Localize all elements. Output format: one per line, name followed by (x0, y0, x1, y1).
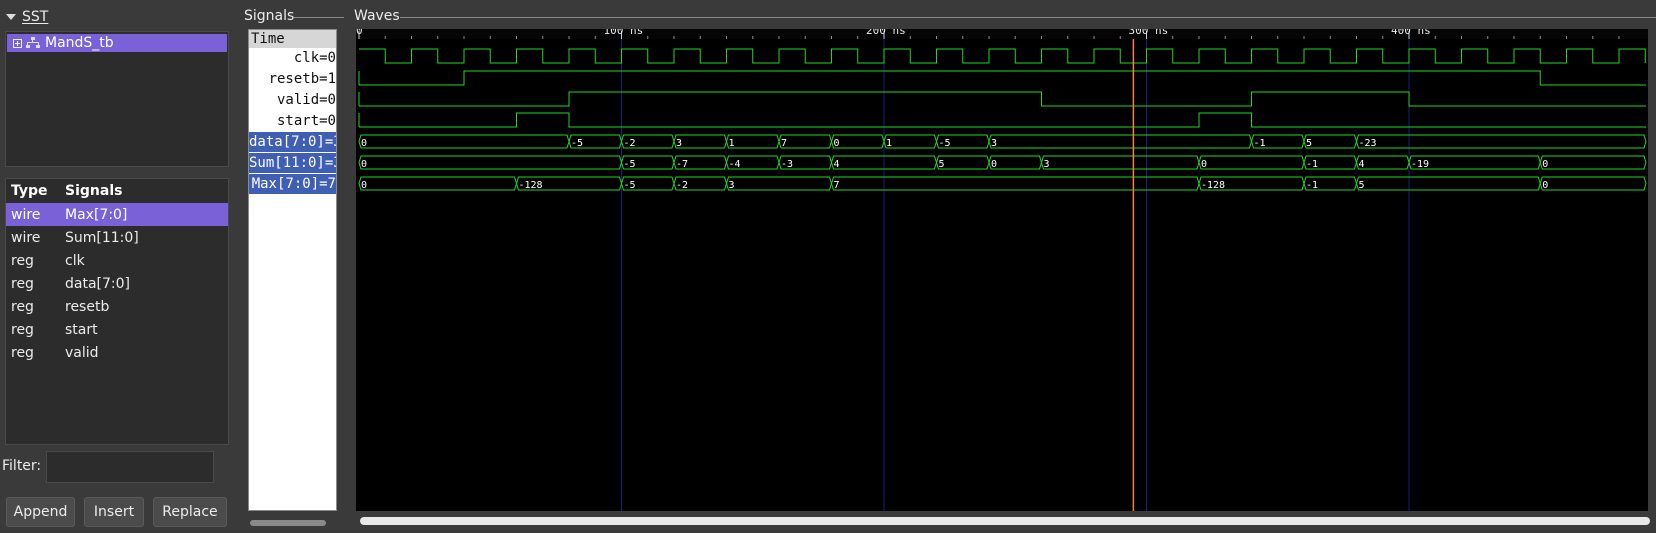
bus-value-data: 0 (834, 138, 840, 149)
signal-row-resetb[interactable]: resetb=1 (249, 69, 336, 89)
signal-type: reg (11, 298, 34, 315)
collapse-triangle-icon[interactable] (6, 14, 16, 20)
bus-value-max: 3 (729, 180, 735, 191)
filter-label: Filter: (2, 458, 42, 474)
bus-value-data: -5 (571, 138, 583, 149)
bus-value-sum: 4 (834, 159, 840, 170)
signal-row-sum[interactable]: Sum[11:0]=3 (249, 153, 336, 173)
bus-value-data: 3 (991, 138, 997, 149)
filter-input[interactable] (46, 451, 214, 483)
bus-value-sum: 0 (361, 159, 367, 170)
signal-type-table[interactable]: Type Signals wire Max[7:0] wire Sum[11:0] … (5, 178, 229, 445)
signal-name: data[7:0] (65, 275, 130, 292)
bus-value-sum: -7 (676, 159, 688, 170)
bus-value-max: -5 (624, 180, 636, 191)
bus-value-data: 7 (781, 138, 787, 149)
signal-type: reg (11, 344, 34, 361)
signals-pane-title: Signals (244, 8, 295, 24)
time-tick-label: 300 ns (1129, 29, 1169, 37)
waves-pane-title: Waves (354, 8, 400, 24)
signal-type: wire (11, 229, 41, 246)
bus-value-max: -2 (676, 180, 688, 191)
bus-value-max: 5 (1359, 180, 1365, 191)
bus-value-max: 0 (361, 180, 367, 191)
signal-row-valid[interactable]: valid=0 (249, 90, 336, 110)
bus-value-sum: 0 (1542, 159, 1548, 170)
table-row[interactable]: reg valid (6, 341, 228, 364)
time-tick-label: 0 (356, 29, 363, 37)
tree-item-mands-tb[interactable]: MandS_tb (7, 34, 227, 52)
signal-type: reg (11, 321, 34, 338)
waves-frame-line (354, 17, 1656, 18)
table-header: Type Signals (6, 179, 228, 203)
table-row[interactable]: wire Sum[11:0] (6, 226, 228, 249)
signal-name: start (65, 321, 98, 338)
bus-value-sum: -5 (624, 159, 636, 170)
bus-value-sum: 0 (991, 159, 997, 170)
column-header-signals[interactable]: Signals (61, 183, 122, 199)
signal-name: Max[7:0] (65, 206, 128, 223)
bus-value-data: 0 (361, 138, 367, 149)
bus-value-sum: 4 (1359, 159, 1365, 170)
sst-header[interactable]: SST (6, 7, 48, 27)
time-header (356, 29, 1648, 39)
signal-row-clk[interactable]: clk=0 (249, 48, 336, 68)
time-row-label: Time (249, 30, 336, 48)
table-row[interactable]: reg data[7:0] (6, 272, 228, 295)
table-row[interactable]: reg clk (6, 249, 228, 272)
bus-value-data: 3 (676, 138, 682, 149)
signal-type: reg (11, 275, 34, 292)
bus-value-sum: -19 (1411, 159, 1429, 170)
hierarchy-icon (26, 37, 40, 49)
replace-button[interactable]: Replace (153, 497, 227, 527)
expand-plus-icon[interactable] (13, 38, 22, 48)
bus-value-data: 1 (886, 138, 892, 149)
waveform-canvas[interactable]: 0 100 ns 200 ns 300 ns 400 ns0 -5 -2 3 1 7 0 1 -5 3 -1… (356, 29, 1648, 511)
signal-name: resetb (65, 298, 110, 315)
signal-name: valid (65, 344, 99, 361)
bus-value-sum: -1 (1306, 159, 1318, 170)
bus-value-data: 1 (729, 138, 735, 149)
tree-item-label: MandS_tb (45, 35, 114, 51)
bus-value-max: 0 (1542, 180, 1548, 191)
signal-row-start[interactable]: start=0 (249, 111, 336, 131)
bus-value-sum: 3 (1044, 159, 1050, 170)
table-row[interactable]: wire Max[7:0] (6, 203, 228, 226)
bus-value-data: -2 (624, 138, 636, 149)
signal-name: clk (65, 252, 85, 269)
table-row[interactable]: reg start (6, 318, 228, 341)
bus-value-sum: -3 (781, 159, 793, 170)
time-tick-label: 100 ns (604, 29, 644, 37)
bus-value-sum: 0 (1201, 159, 1207, 170)
sst-title: SST (22, 9, 49, 25)
bus-value-data: -1 (1254, 138, 1266, 149)
bus-value-sum: -4 (729, 159, 741, 170)
signal-name: Sum[11:0] (65, 229, 139, 246)
bus-value-data: -5 (939, 138, 951, 149)
signals-list[interactable]: Time clk=0 resetb=1 valid=0 start=0 data… (248, 29, 337, 511)
bus-value-max: 7 (834, 180, 840, 191)
time-tick-label: 400 ns (1391, 29, 1431, 37)
bus-value-max: -128 (1201, 180, 1225, 191)
bus-value-data: 5 (1306, 138, 1312, 149)
waves-background (356, 29, 1648, 511)
table-row[interactable]: reg resetb (6, 295, 228, 318)
signal-type: wire (11, 206, 41, 223)
bus-value-max: -128 (519, 180, 543, 191)
signal-type: reg (11, 252, 34, 269)
time-tick-label: 200 ns (866, 29, 906, 37)
bus-value-max: -1 (1306, 180, 1318, 191)
append-button[interactable]: Append (6, 497, 75, 527)
insert-button[interactable]: Insert (84, 497, 144, 527)
bus-value-sum: 5 (939, 159, 945, 170)
bus-value-data: -23 (1359, 138, 1377, 149)
hierarchy-tree[interactable]: MandS_tb (5, 31, 229, 167)
column-header-type[interactable]: Type (6, 183, 61, 199)
signal-row-data[interactable]: data[7:0]=3 (249, 132, 336, 152)
signal-row-max[interactable]: Max[7:0]=7 (249, 174, 336, 194)
waves-scrollbar[interactable] (360, 517, 1650, 525)
signals-scrollbar[interactable] (250, 520, 326, 526)
